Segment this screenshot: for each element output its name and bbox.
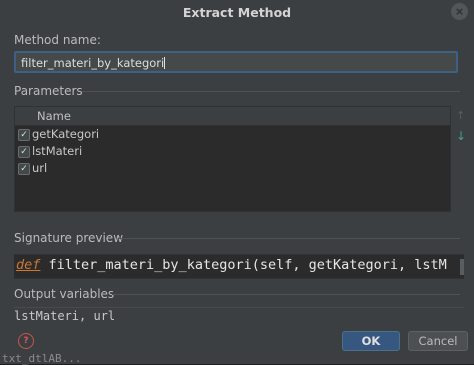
output-divider xyxy=(112,294,460,295)
text-caret xyxy=(164,57,166,69)
parameter-name: lstMateri xyxy=(32,144,83,158)
move-down-icon[interactable]: ↓ xyxy=(456,129,466,143)
method-name-input[interactable]: filter_materi_by_kategori xyxy=(14,51,458,73)
parameter-checkbox[interactable]: ✓ xyxy=(18,146,30,158)
def-keyword: def xyxy=(16,257,41,273)
parameters-table: Name ✓ getKategori ✓ lstMateri ✓ url xyxy=(14,106,451,212)
signature-code: def filter_materi_by_kategori(self, getK… xyxy=(16,257,447,273)
parameter-checkbox[interactable]: ✓ xyxy=(18,129,30,141)
ok-button[interactable]: OK xyxy=(342,331,400,351)
dialog-title: Extract Method xyxy=(182,5,292,20)
extract-method-dialog: Extract Method × Method name: filter_mat… xyxy=(0,0,474,365)
cancel-button[interactable]: Cancel xyxy=(408,331,468,351)
signature-preview-label: Signature preview xyxy=(14,231,124,245)
method-name-label: Method name: xyxy=(14,33,101,47)
output-variables-value: lstMateri, url xyxy=(14,307,464,326)
column-header-name: Name xyxy=(37,109,71,123)
signature-divider xyxy=(118,238,460,239)
parameter-checkbox[interactable]: ✓ xyxy=(18,163,30,175)
close-icon[interactable]: × xyxy=(451,3,468,20)
dialog-titlebar[interactable]: Extract Method × xyxy=(0,0,474,24)
method-name-value: filter_materi_by_kategori xyxy=(21,56,165,70)
signature-text: filter_materi_by_kategori(self, getKateg… xyxy=(40,257,447,273)
background-editor-text: txt_dtlAB... xyxy=(2,352,82,365)
table-row[interactable]: ✓ lstMateri xyxy=(15,143,450,160)
output-variables-label: Output variables xyxy=(14,287,115,301)
table-header: Name xyxy=(15,107,450,126)
horizontal-scroll-indicator[interactable] xyxy=(460,259,464,275)
signature-preview: def filter_materi_by_kategori(self, getK… xyxy=(14,254,464,279)
table-row[interactable]: ✓ getKategori xyxy=(15,126,450,143)
parameter-name: getKategori xyxy=(32,127,100,141)
table-row[interactable]: ✓ url xyxy=(15,160,450,177)
move-up-icon[interactable]: ↑ xyxy=(456,109,465,122)
help-button[interactable]: ? xyxy=(18,333,34,349)
parameter-name: url xyxy=(32,161,48,175)
parameters-label: Parameters xyxy=(14,84,83,98)
parameters-divider xyxy=(82,91,460,92)
